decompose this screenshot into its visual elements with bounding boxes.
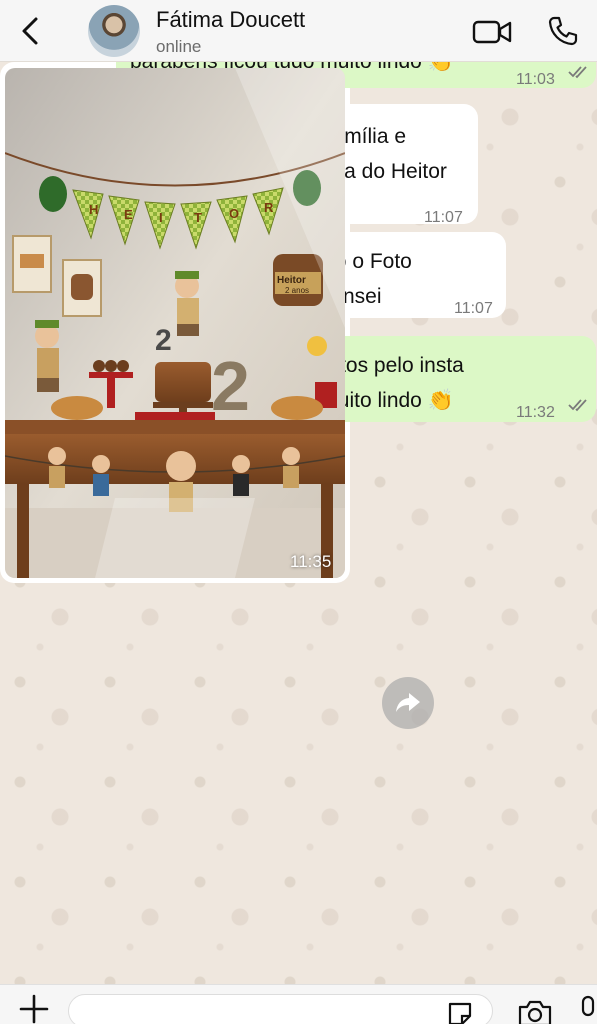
message-time: 11:03 xyxy=(516,71,555,88)
video-call-icon[interactable] xyxy=(472,18,512,46)
sandwich-tray xyxy=(51,396,103,420)
party-photo[interactable]: H E I T O R Heitor 2 anos 2 2 xyxy=(5,68,345,578)
banner-letter: H xyxy=(89,202,98,217)
forward-button[interactable] xyxy=(382,677,434,729)
message-composer xyxy=(0,984,597,1024)
avatar[interactable] xyxy=(88,5,140,57)
read-ticks-icon xyxy=(568,399,587,412)
banner-letter: R xyxy=(264,200,274,215)
cake-number: 2 xyxy=(155,324,172,357)
message-time: 11:07 xyxy=(424,209,463,226)
microphone-icon[interactable] xyxy=(580,995,596,1024)
phone-call-icon[interactable] xyxy=(547,15,579,47)
leaf-decoration xyxy=(39,176,67,212)
camera-icon[interactable] xyxy=(517,999,553,1024)
photo-message-bubble[interactable]: H E I T O R Heitor 2 anos 2 2 11:35 xyxy=(0,62,350,583)
back-arrow-icon[interactable] xyxy=(18,16,44,46)
sign-age: 2 anos xyxy=(285,286,309,295)
message-input[interactable] xyxy=(68,994,493,1024)
forward-icon xyxy=(396,693,420,712)
sandwich-tray xyxy=(271,396,323,420)
chat-header: Fátima Doucett online xyxy=(0,0,597,62)
sign-name: Heitor xyxy=(277,275,306,286)
party-table xyxy=(5,420,345,434)
character-figure xyxy=(35,320,59,392)
contact-status: online xyxy=(156,37,202,56)
contact-name[interactable]: Fátima Doucett xyxy=(156,7,305,33)
message-time: 11:32 xyxy=(516,404,555,421)
read-ticks-icon xyxy=(568,66,587,79)
plus-icon[interactable] xyxy=(18,993,50,1024)
message-time: 11:35 xyxy=(290,552,332,571)
sun-decoration xyxy=(307,336,327,356)
cake-topper-figure xyxy=(175,271,199,336)
big-number-decoration: 2 xyxy=(211,347,250,425)
chat-area[interactable]: parabéns ficou tudo muito lindo 👏 11:03 … xyxy=(0,62,597,984)
message-time: 11:07 xyxy=(454,300,493,317)
banner-letter: I xyxy=(159,210,163,225)
banner-letter: T xyxy=(194,210,202,225)
barrel-cake xyxy=(155,362,211,402)
sticker-icon[interactable] xyxy=(446,1000,474,1024)
banner-letter: O xyxy=(229,206,239,221)
banner-letter: E xyxy=(124,207,133,222)
name-sign: Heitor 2 anos xyxy=(273,254,323,306)
